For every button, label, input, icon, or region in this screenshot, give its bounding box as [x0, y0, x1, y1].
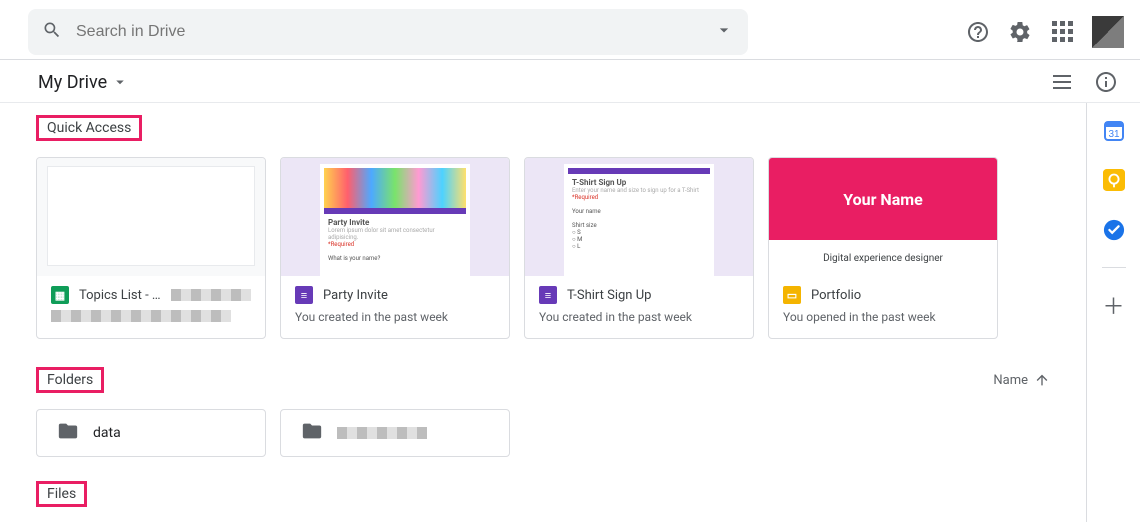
- add-addon-icon[interactable]: ＋: [1101, 292, 1127, 318]
- card-title: T-Shirt Sign Up: [567, 288, 651, 303]
- search-input[interactable]: [76, 23, 700, 41]
- folder-icon: [57, 420, 79, 446]
- section-quick-access-label: Quick Access: [36, 115, 142, 141]
- card-subtitle: You created in the past week: [539, 310, 739, 324]
- sort-control[interactable]: Name: [993, 372, 1050, 388]
- card-thumbnail: [37, 158, 265, 276]
- quick-access-card[interactable]: T-Shirt Sign Up Enter your name and size…: [524, 157, 754, 339]
- section-files-label: Files: [36, 481, 87, 507]
- card-subtitle: You created in the past week: [295, 310, 495, 324]
- search-icon: [42, 20, 62, 44]
- arrow-up-icon: [1034, 372, 1050, 388]
- quick-access-row: ▦ Topics List - … Party Invite Lorem ips…: [36, 157, 1050, 339]
- sheets-icon: ▦: [51, 286, 69, 304]
- keep-icon[interactable]: [1101, 167, 1127, 193]
- apps-grid-icon[interactable]: [1050, 20, 1074, 44]
- card-subtitle: You opened in the past week: [783, 310, 983, 324]
- tasks-icon[interactable]: [1101, 217, 1127, 243]
- folder-icon: [301, 420, 323, 446]
- breadcrumb-bar: My Drive: [0, 60, 1140, 103]
- folder-name: [337, 427, 427, 439]
- quick-access-card[interactable]: Party Invite Lorem ipsum dolor sit amet …: [280, 157, 510, 339]
- chevron-down-icon[interactable]: [111, 73, 129, 91]
- card-title: Portfolio: [811, 288, 861, 303]
- help-icon[interactable]: [966, 20, 990, 44]
- list-view-icon[interactable]: [1050, 70, 1074, 94]
- topbar: [0, 0, 1140, 60]
- obscured-text: [171, 289, 251, 301]
- slides-icon: ▭: [783, 286, 801, 304]
- folder-item[interactable]: data: [36, 409, 266, 457]
- card-subtitle: [51, 310, 231, 322]
- forms-icon: ≡: [295, 286, 313, 304]
- card-title: Topics List - …: [79, 288, 161, 303]
- card-thumbnail: Party Invite Lorem ipsum dolor sit amet …: [281, 158, 509, 276]
- card-title: Party Invite: [323, 288, 388, 303]
- location-title[interactable]: My Drive: [38, 72, 107, 93]
- side-panel: 31 ＋: [1086, 103, 1140, 522]
- quick-access-card[interactable]: Your Name Digital experience designer ▭ …: [768, 157, 998, 339]
- card-thumbnail: Your Name Digital experience designer: [769, 158, 997, 276]
- account-avatar[interactable]: [1092, 16, 1124, 48]
- folder-item[interactable]: [280, 409, 510, 457]
- folder-name: data: [93, 425, 121, 441]
- sort-label: Name: [993, 373, 1028, 388]
- topbar-actions: [966, 16, 1124, 48]
- search-box[interactable]: [28, 9, 748, 55]
- svg-text:31: 31: [1108, 129, 1120, 140]
- main-content: Quick Access ▦ Topics List - …: [0, 103, 1086, 522]
- card-thumbnail: T-Shirt Sign Up Enter your name and size…: [525, 158, 753, 276]
- folders-row: data: [36, 409, 1050, 457]
- section-folders-label: Folders: [36, 367, 104, 393]
- side-panel-divider: [1102, 267, 1126, 268]
- forms-icon: ≡: [539, 286, 557, 304]
- quick-access-card[interactable]: ▦ Topics List - …: [36, 157, 266, 339]
- info-icon[interactable]: [1094, 70, 1118, 94]
- search-options-dropdown-icon[interactable]: [714, 20, 734, 44]
- settings-icon[interactable]: [1008, 20, 1032, 44]
- calendar-icon[interactable]: 31: [1101, 117, 1127, 143]
